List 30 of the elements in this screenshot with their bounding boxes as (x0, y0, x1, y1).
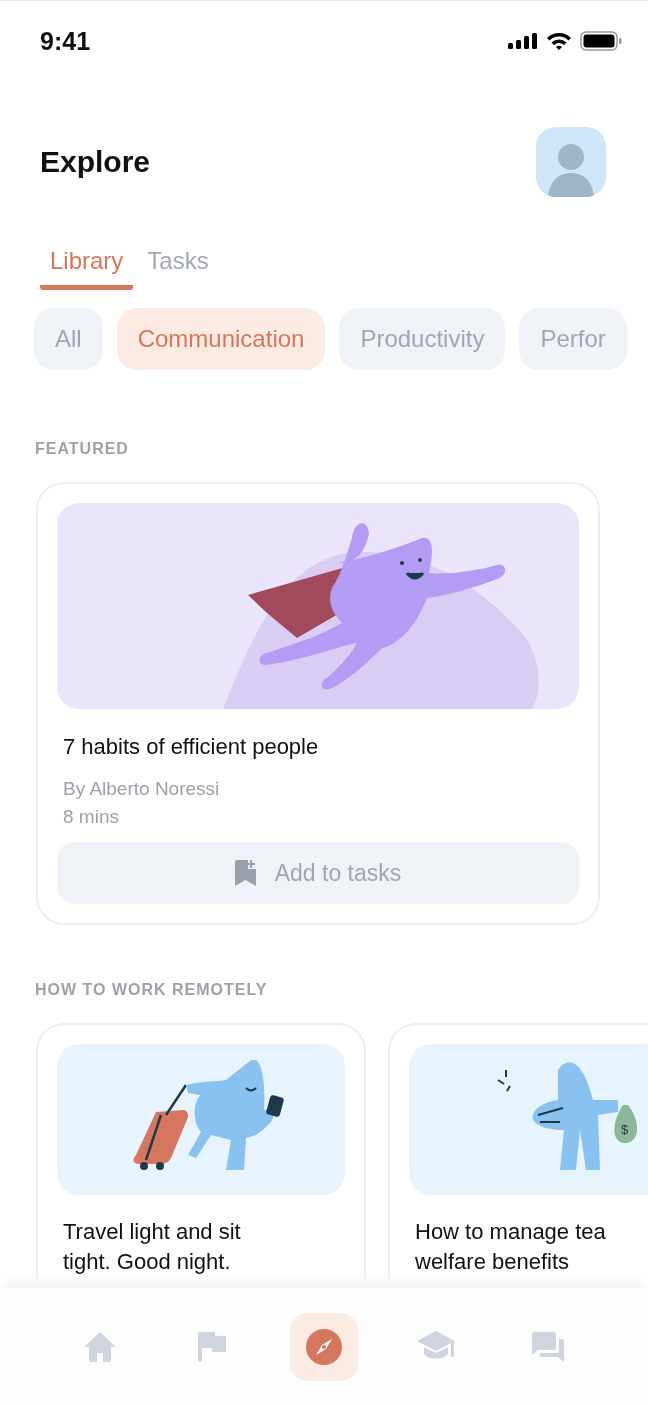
tab[interactable]: Library (40, 247, 134, 290)
compass-tab[interactable] (290, 1313, 358, 1381)
dollar-sign: $ (621, 1121, 629, 1137)
compass-icon (306, 1329, 342, 1365)
card-author: By Alberto Noressi (63, 778, 221, 800)
chat-icon (532, 1332, 564, 1362)
card-title: How to manage tea welfare benefits (415, 1218, 607, 1276)
signal-icon (508, 33, 538, 49)
tab[interactable]: Tasks (137, 247, 219, 290)
category-chip[interactable]: Perfor (519, 308, 627, 370)
add-to-tasks-button[interactable]: Add to tasks (57, 842, 579, 904)
card-duration: 8 mins (63, 806, 120, 828)
page-title: Explore (40, 145, 151, 179)
battery-icon (580, 31, 622, 51)
section-heading: FEATURED (35, 440, 130, 458)
category-chip[interactable]: Productivity (339, 308, 506, 370)
section-heading: HOW TO WORK REMOTELY (35, 981, 269, 999)
featured-card[interactable]: 7 habits of efficient people By Alberto Noressi 8 mins Add to tasks (36, 482, 600, 925)
category-chip[interactable]: Communication (116, 308, 326, 370)
bookmark-plus-icon (234, 860, 257, 886)
article-card[interactable]: $ How to manage tea welfare benefits (388, 1023, 648, 1279)
card-title: 7 habits of efficient people (63, 734, 320, 760)
flag-icon (198, 1332, 226, 1362)
status-time: 9:41 (40, 26, 91, 56)
home-icon (84, 1332, 116, 1362)
category-chip[interactable]: All (34, 308, 103, 370)
avatar[interactable] (536, 127, 606, 197)
card-title: Travel light and sit tight. Good night. (63, 1218, 242, 1276)
article-card[interactable]: Travel light and sit tight. Good night. (36, 1023, 366, 1279)
wifi-icon (546, 32, 572, 50)
